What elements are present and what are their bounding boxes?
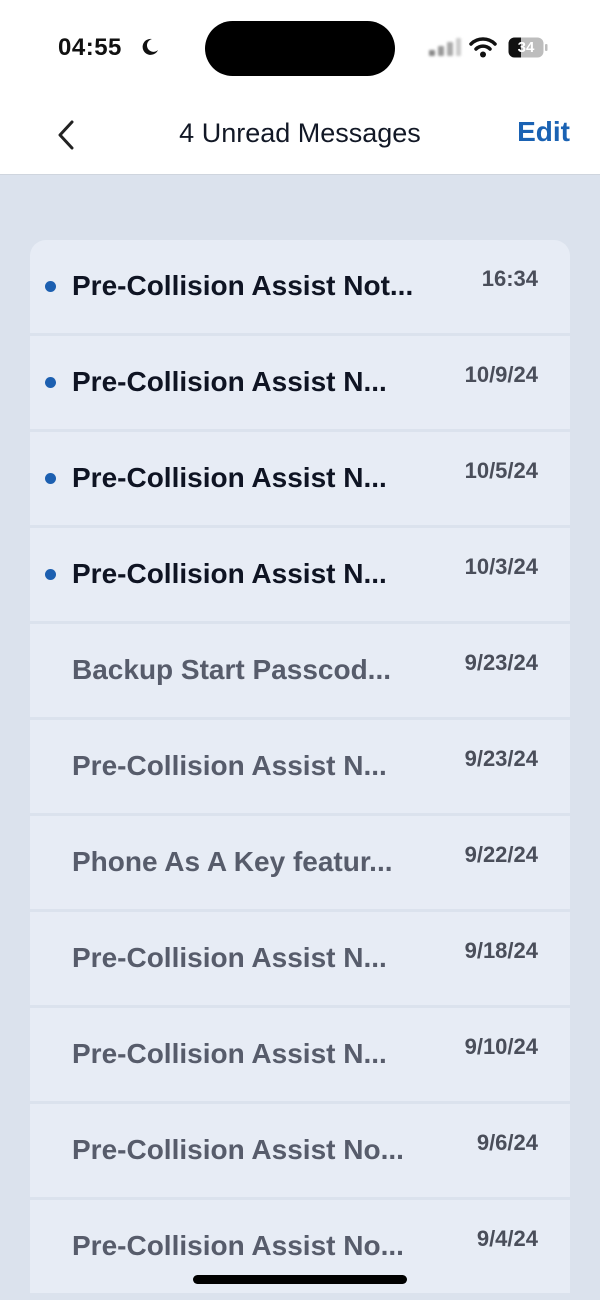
- message-subject: Pre-Collision Assist No...: [72, 1230, 404, 1261]
- message-date: 10/3/24: [464, 554, 538, 579]
- page-title: 4 Unread Messages: [179, 118, 421, 148]
- message-subject: Backup Start Passcod...: [72, 654, 392, 685]
- home-indicator: [193, 1275, 407, 1284]
- message-date: 10/9/24: [464, 362, 538, 387]
- message-subject: Pre-Collision Assist N...: [72, 462, 387, 493]
- message-row[interactable]: Pre-Collision Assist Not... 16:34: [30, 240, 570, 336]
- message-subject: Pre-Collision Assist N...: [72, 558, 387, 589]
- status-time: 04:55: [58, 34, 122, 61]
- message-row[interactable]: Pre-Collision Assist N... 10/3/24: [30, 528, 570, 624]
- message-row[interactable]: Phone As A Key featur... 9/22/24: [30, 816, 570, 912]
- battery-percentage: 34: [517, 39, 535, 56]
- unread-dot-icon: [45, 569, 56, 580]
- message-date: 9/22/24: [464, 842, 538, 867]
- message-row[interactable]: Backup Start Passcod... 9/23/24: [30, 624, 570, 720]
- edit-button[interactable]: Edit: [517, 116, 570, 148]
- dynamic-island: [205, 21, 395, 76]
- message-row[interactable]: Pre-Collision Assist N... 10/9/24: [30, 336, 570, 432]
- unread-dot-icon: [45, 377, 56, 388]
- message-date: 9/6/24: [476, 1130, 538, 1155]
- unread-dot-icon: [45, 281, 56, 292]
- cellular-signal-icon: [429, 38, 461, 56]
- message-date: 9/10/24: [464, 1034, 538, 1059]
- message-subject: Pre-Collision Assist No...: [72, 1134, 404, 1165]
- message-date: 10/5/24: [464, 458, 538, 483]
- messages-screen: 04:55 34 4 Unread Messages Edit Pre-Coll…: [0, 0, 600, 1300]
- message-date: 9/23/24: [464, 746, 538, 771]
- message-subject: Pre-Collision Assist N...: [72, 942, 387, 973]
- wifi-icon: [469, 37, 497, 58]
- message-date: 9/18/24: [464, 938, 538, 963]
- message-subject: Pre-Collision Assist N...: [72, 366, 387, 397]
- message-subject: Pre-Collision Assist Not...: [72, 270, 414, 301]
- message-date: 16:34: [481, 266, 538, 291]
- message-list: Pre-Collision Assist Not... 16:34 Pre-Coll…: [30, 240, 570, 1296]
- header-area: 04:55 34 4 Unread Messages Edit: [0, 0, 600, 175]
- message-subject: Pre-Collision Assist N...: [72, 750, 387, 781]
- message-row[interactable]: Pre-Collision Assist N... 9/23/24: [30, 720, 570, 816]
- message-row[interactable]: Pre-Collision Assist N... 9/10/24: [30, 1008, 570, 1104]
- unread-dot-icon: [45, 473, 56, 484]
- message-date: 9/23/24: [464, 650, 538, 675]
- message-subject: Pre-Collision Assist N...: [72, 1038, 387, 1069]
- message-date: 9/4/24: [476, 1226, 538, 1251]
- message-row[interactable]: Pre-Collision Assist N... 9/18/24: [30, 912, 570, 1008]
- message-row[interactable]: Pre-Collision Assist No... 9/6/24: [30, 1104, 570, 1200]
- message-subject: Phone As A Key featur...: [72, 846, 393, 877]
- message-row[interactable]: Pre-Collision Assist N... 10/5/24: [30, 432, 570, 528]
- moon-icon: [142, 38, 158, 55]
